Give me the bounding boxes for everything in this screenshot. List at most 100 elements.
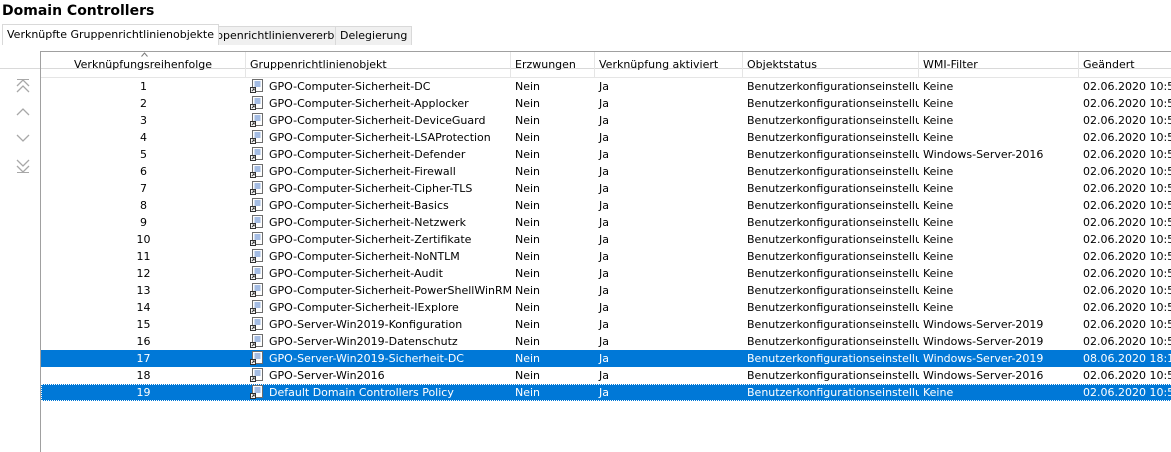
cell-order: 5 — [140, 148, 147, 161]
cell-gpo-name: GPO-Computer-Sicherheit-Cipher-TLS — [269, 182, 473, 195]
cell-link-enabled: Ja — [599, 335, 609, 348]
cell-gpo-name: GPO-Computer-Sicherheit-DeviceGuard — [269, 114, 486, 127]
cell-link-enabled: Ja — [599, 250, 609, 263]
column-header-link-enabled-label: Verknüpfung aktiviert — [599, 58, 719, 71]
table-row[interactable]: 19 Default Domain Controllers Policy Nein J… — [41, 384, 1171, 401]
cell-link-enabled: Ja — [599, 97, 609, 110]
table-row[interactable]: 8 GPO-Computer-Sicherheit-Basics Nein Ja Ben… — [41, 197, 1171, 214]
table-row[interactable]: 4 GPO-Computer-Sicherheit-LSAProtection Ne… — [41, 129, 1171, 146]
column-header-modified-label: Geändert — [1083, 58, 1135, 71]
gpo-link-icon — [250, 79, 263, 93]
move-down-button[interactable] — [10, 127, 36, 149]
gpo-link-icon — [250, 147, 263, 161]
cell-enforced: Nein — [515, 250, 541, 263]
table-row[interactable]: 5 GPO-Computer-Sicherheit-Defender Nein Ja B… — [41, 146, 1171, 163]
table-row[interactable]: 13 GPO-Computer-Sicherheit-PowerShellWinR… — [41, 282, 1171, 299]
cell-wmi-filter: Keine — [923, 80, 954, 93]
cell-wmi-filter: Keine — [923, 250, 954, 263]
cell-gpo-name: GPO-Computer-Sicherheit-NoNTLM — [269, 250, 460, 263]
cell-link-enabled: Ja — [599, 216, 609, 229]
gpo-link-icon — [250, 215, 263, 229]
table-row[interactable]: 7 GPO-Computer-Sicherheit-Cipher-TLS Nein J… — [41, 180, 1171, 197]
cell-wmi-filter: Windows-Server-2019 — [923, 352, 1044, 365]
cell-order: 7 — [140, 182, 147, 195]
column-header-gpo[interactable]: Gruppenrichtlinienobjekt — [246, 52, 511, 77]
cell-status: Benutzerkonfigurationseinstellun... — [747, 233, 919, 246]
column-header-link-enabled[interactable]: Verknüpfung aktiviert — [595, 52, 743, 77]
table-row[interactable]: 17 GPO-Server-Win2019-Sicherheit-DC Nein Ja… — [41, 350, 1171, 367]
window-title: Domain Controllers — [2, 3, 155, 19]
double-down-arrow-icon — [16, 159, 30, 173]
gpo-link-icon — [250, 351, 263, 365]
table-row[interactable]: 11 GPO-Computer-Sicherheit-NoNTLM Nein Ja Be… — [41, 248, 1171, 265]
gpo-link-icon — [250, 181, 263, 195]
cell-order: 16 — [136, 335, 151, 348]
cell-enforced: Nein — [515, 301, 541, 314]
cell-link-enabled: Ja — [599, 80, 609, 93]
table-row[interactable]: 12 GPO-Computer-Sicherheit-Audit Nein Ja Ben… — [41, 265, 1171, 282]
table-row[interactable]: 6 GPO-Computer-Sicherheit-Firewall Nein Ja B… — [41, 163, 1171, 180]
cell-enforced: Nein — [515, 318, 541, 331]
column-header-wmi[interactable]: WMI-Filter — [919, 52, 1079, 77]
cell-gpo-name: GPO-Computer-Sicherheit-Basics — [269, 199, 449, 212]
move-bottom-button[interactable] — [10, 155, 36, 177]
sort-ascending-icon — [141, 52, 148, 57]
column-header-enforced[interactable]: Erzwungen — [511, 52, 595, 77]
cell-link-enabled: Ja — [599, 182, 609, 195]
cell-order: 12 — [136, 267, 151, 280]
cell-modified: 02.06.2020 10:50: — [1083, 165, 1171, 178]
cell-modified: 02.06.2020 10:50: — [1083, 97, 1171, 110]
cell-status: Benutzerkonfigurationseinstellun... — [747, 352, 919, 365]
gpo-link-icon — [250, 113, 263, 127]
cell-modified: 02.06.2020 10:50: — [1083, 182, 1171, 195]
tab-delegation[interactable]: Delegierung — [335, 26, 413, 45]
cell-status: Benutzerkonfigurationseinstellun... — [747, 182, 919, 195]
cell-enforced: Nein — [515, 216, 541, 229]
cell-wmi-filter: Keine — [923, 199, 954, 212]
cell-order: 13 — [136, 284, 151, 297]
cell-status: Benutzerkonfigurationseinstellun... — [747, 267, 919, 280]
cell-link-enabled: Ja — [599, 199, 609, 212]
column-header-order[interactable]: Verknüpfungsreihenfolge — [41, 52, 246, 77]
move-up-button[interactable] — [10, 101, 36, 123]
cell-wmi-filter: Windows-Server-2016 — [923, 148, 1044, 161]
down-arrow-icon — [16, 134, 30, 142]
linked-gpos-panel: Verknüpfungsreihenfolge Gruppenrichtlini… — [0, 45, 1171, 452]
cell-status: Benutzerkonfigurationseinstellun... — [747, 131, 919, 144]
column-header-status[interactable]: Objektstatus — [743, 52, 919, 77]
table-row[interactable]: 9 GPO-Computer-Sicherheit-Netzwerk Nein Ja B… — [41, 214, 1171, 231]
table-row[interactable]: 14 GPO-Computer-Sicherheit-IExplore Nein Ja… — [41, 299, 1171, 316]
cell-status: Benutzerkonfigurationseinstellun... — [747, 318, 919, 331]
table-row[interactable]: 15 GPO-Server-Win2019-Konfiguration Nein Ja… — [41, 316, 1171, 333]
table-row[interactable]: 16 GPO-Server-Win2019-Datenschutz Nein Ja Be… — [41, 333, 1171, 350]
cell-status: Benutzerkonfigurationseinstellun... — [747, 250, 919, 263]
table-row[interactable]: 1 GPO-Computer-Sicherheit-DC Nein Ja Benutze… — [41, 78, 1171, 95]
table-row[interactable]: 10 GPO-Computer-Sicherheit-Zertifikate Nei… — [41, 231, 1171, 248]
column-header-modified[interactable]: Geändert — [1079, 52, 1171, 77]
table-row[interactable]: 3 GPO-Computer-Sicherheit-DeviceGuard Nein… — [41, 112, 1171, 129]
cell-enforced: Nein — [515, 284, 541, 297]
cell-gpo-name: GPO-Server-Win2016 — [269, 369, 385, 382]
column-header-wmi-label: WMI-Filter — [923, 58, 978, 71]
cell-status: Benutzerkonfigurationseinstellun... — [747, 80, 919, 93]
cell-order: 2 — [140, 97, 147, 110]
cell-order: 11 — [136, 250, 151, 263]
move-top-button[interactable] — [10, 75, 36, 97]
cell-wmi-filter: Keine — [923, 182, 954, 195]
tab-strip: Verknüpfte Gruppenrichtlinienobjekte Gru… — [0, 24, 1171, 69]
table-row[interactable]: 2 GPO-Computer-Sicherheit-Applocker Nein Ja… — [41, 95, 1171, 112]
column-header-enforced-label: Erzwungen — [515, 58, 576, 71]
cell-enforced: Nein — [515, 165, 541, 178]
tab-linked-gpos[interactable]: Verknüpfte Gruppenrichtlinienobjekte — [2, 24, 220, 45]
linked-gpo-list[interactable]: Verknüpfungsreihenfolge Gruppenrichtlini… — [40, 51, 1171, 452]
gpo-link-icon — [250, 249, 263, 263]
cell-modified: 02.06.2020 10:50: — [1083, 335, 1171, 348]
cell-modified: 02.06.2020 10:50: — [1083, 114, 1171, 127]
cell-modified: 08.06.2020 18:18: — [1083, 352, 1171, 365]
cell-order: 18 — [136, 369, 151, 382]
table-row[interactable]: 18 GPO-Server-Win2016 Nein Ja Benutzerkonfig… — [41, 367, 1171, 384]
cell-modified: 02.06.2020 10:50: — [1083, 301, 1171, 314]
cell-status: Benutzerkonfigurationseinstellun... — [747, 114, 919, 127]
cell-wmi-filter: Keine — [923, 284, 954, 297]
cell-status: Benutzerkonfigurationseinstellun... — [747, 148, 919, 161]
